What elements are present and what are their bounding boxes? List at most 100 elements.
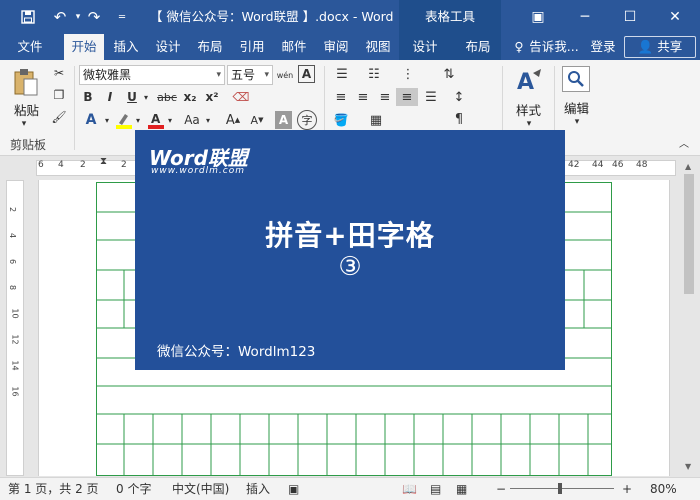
print-layout-icon[interactable]: ▤ bbox=[430, 478, 441, 500]
chevron-down-icon[interactable]: ▾ bbox=[141, 88, 151, 106]
minimize-icon[interactable]: ─ bbox=[565, 0, 605, 34]
tab-view[interactable]: 视图 bbox=[360, 34, 396, 60]
ruler-number: 4 bbox=[58, 160, 64, 170]
zoom-slider-track[interactable] bbox=[510, 488, 614, 489]
sign-in-link[interactable]: 登录 bbox=[586, 34, 620, 60]
cut-icon[interactable]: ✂ bbox=[50, 64, 68, 82]
text-effects-icon[interactable]: A bbox=[80, 110, 102, 130]
chevron-down-icon[interactable]: ▾ bbox=[204, 112, 212, 128]
vruler-number: 8 bbox=[8, 284, 18, 291]
find-icon[interactable] bbox=[562, 66, 590, 92]
copy-icon[interactable]: ❐ bbox=[50, 86, 68, 104]
align-center-icon[interactable]: ≡ bbox=[352, 88, 374, 106]
shrink-font-icon[interactable]: A ▼ bbox=[246, 110, 268, 130]
multilevel-list-icon[interactable]: ⋮ bbox=[396, 65, 420, 83]
styles-label[interactable]: 样式 bbox=[516, 100, 541, 119]
read-mode-icon[interactable]: 📖 bbox=[402, 478, 417, 500]
editing-label[interactable]: 编辑 bbox=[564, 98, 589, 117]
underline-button[interactable]: U bbox=[124, 88, 140, 106]
paste-icon[interactable] bbox=[10, 66, 42, 98]
chevron-down-icon[interactable]: ▾ bbox=[134, 112, 142, 128]
tab-file[interactable]: 文件 bbox=[10, 34, 50, 60]
chevron-down-icon[interactable]: ▾ bbox=[166, 112, 174, 128]
shading-icon[interactable]: 🪣 bbox=[330, 110, 352, 130]
char-shading-icon[interactable]: A bbox=[275, 111, 292, 129]
bold-button[interactable]: B bbox=[80, 88, 96, 106]
font-color-icon[interactable]: A bbox=[146, 110, 166, 130]
chevron-down-icon: ▾ bbox=[264, 70, 269, 80]
chevron-down-icon[interactable]: ▾ bbox=[103, 112, 111, 128]
clear-formatting-icon[interactable]: ⌫ bbox=[231, 87, 251, 107]
title-overlay-card: Word联盟 www.wordlm.com 拼音+田字格 ③ 微信公众号：Wor… bbox=[135, 130, 565, 370]
font-size-combo[interactable]: 五号 ▾ bbox=[227, 65, 273, 85]
justify-icon[interactable]: ≡ bbox=[396, 88, 418, 106]
vertical-scrollbar[interactable]: ▲ ▼ bbox=[681, 160, 697, 476]
subscript-button[interactable]: x₂ bbox=[181, 88, 199, 106]
change-case-button[interactable]: Aa bbox=[180, 110, 204, 130]
tell-me-search[interactable]: 告诉我... bbox=[528, 34, 580, 60]
font-name-combo[interactable]: 微软雅黑 ▾ bbox=[79, 65, 225, 85]
close-icon[interactable]: ✕ bbox=[655, 0, 695, 34]
share-button[interactable]: 👤 共享 bbox=[624, 36, 696, 58]
borders-icon[interactable]: ▦ bbox=[362, 110, 390, 130]
styles-icon[interactable]: A bbox=[514, 66, 544, 96]
tab-table-layout[interactable]: 布局 bbox=[458, 34, 498, 60]
scroll-up-icon[interactable]: ▲ bbox=[685, 162, 691, 171]
superscript-button[interactable]: x² bbox=[203, 88, 221, 106]
tab-home[interactable]: 开始 bbox=[64, 34, 104, 60]
highlight-icon[interactable] bbox=[114, 110, 134, 130]
italic-button[interactable]: I bbox=[102, 88, 118, 106]
insert-mode[interactable]: 插入 bbox=[246, 478, 270, 500]
show-marks-icon[interactable]: ¶ bbox=[446, 110, 472, 128]
char-border-icon[interactable]: A bbox=[298, 65, 315, 83]
bullets-icon[interactable]: ☰ bbox=[330, 65, 354, 83]
align-right-icon[interactable]: ≡ bbox=[374, 88, 396, 106]
save-icon[interactable] bbox=[14, 0, 42, 34]
line-spacing-icon[interactable]: ↕ bbox=[446, 88, 472, 106]
tab-review[interactable]: 审阅 bbox=[318, 34, 354, 60]
distribute-icon[interactable]: ☰ bbox=[420, 88, 442, 106]
phonetic-guide-icon[interactable]: wén bbox=[276, 64, 294, 86]
redo-icon[interactable]: ↷ bbox=[80, 0, 108, 34]
numbering-icon[interactable]: ☷ bbox=[362, 65, 386, 83]
tab-mailings[interactable]: 邮件 bbox=[276, 34, 312, 60]
tab-table-design[interactable]: 设计 bbox=[405, 34, 445, 60]
zoom-out-button[interactable]: − bbox=[496, 478, 506, 500]
customize-toolbar-icon[interactable]: ═ bbox=[108, 0, 136, 34]
ruler-number: 2 bbox=[121, 160, 127, 170]
zoom-level[interactable]: 80% bbox=[650, 478, 677, 500]
scroll-down-icon[interactable]: ▼ bbox=[685, 462, 691, 471]
episode-number: ③ bbox=[338, 252, 362, 282]
format-painter-icon[interactable]: 🖌 bbox=[50, 108, 68, 126]
word-count[interactable]: 0 个字 bbox=[116, 478, 151, 500]
macro-record-icon[interactable]: ▣ bbox=[288, 478, 299, 500]
zoom-slider-thumb[interactable] bbox=[558, 483, 562, 494]
styles-dropdown-icon[interactable]: ▾ bbox=[523, 118, 535, 130]
paste-dropdown-icon[interactable]: ▾ bbox=[18, 118, 30, 130]
vertical-ruler[interactable]: 2 4 6 8 10 12 14 16 bbox=[6, 180, 24, 476]
align-left-icon[interactable]: ≡ bbox=[330, 88, 352, 106]
char-shading-label: A bbox=[278, 113, 289, 127]
vruler-number: 4 bbox=[8, 232, 18, 239]
lightbulb-icon[interactable]: ♀ bbox=[512, 34, 526, 60]
maximize-icon[interactable]: ☐ bbox=[610, 0, 650, 34]
tab-layout[interactable]: 布局 bbox=[192, 34, 228, 60]
tab-insert[interactable]: 插入 bbox=[108, 34, 144, 60]
enclose-char-icon[interactable]: 字 bbox=[297, 110, 317, 130]
tab-references[interactable]: 引用 bbox=[234, 34, 270, 60]
page-info[interactable]: 第 1 页，共 2 页 bbox=[8, 478, 99, 500]
indent-marker-icon[interactable]: ⧗ bbox=[100, 156, 107, 167]
ribbon-display-options-icon[interactable]: ▣ bbox=[518, 0, 558, 34]
grow-font-icon[interactable]: A ▲ bbox=[222, 110, 244, 130]
editing-dropdown-icon[interactable]: ▾ bbox=[571, 116, 583, 128]
strikethrough-button[interactable]: abc bbox=[155, 88, 179, 106]
paste-label[interactable]: 粘贴 bbox=[14, 100, 39, 119]
sort-icon[interactable]: ⇅ bbox=[436, 65, 462, 83]
ruler-number: 42 bbox=[568, 160, 580, 170]
tab-design[interactable]: 设计 bbox=[150, 34, 186, 60]
web-layout-icon[interactable]: ▦ bbox=[456, 478, 467, 500]
scrollbar-thumb[interactable] bbox=[684, 174, 694, 294]
collapse-ribbon-icon[interactable]: ︿ bbox=[676, 134, 692, 150]
zoom-in-button[interactable]: + bbox=[622, 478, 632, 500]
language[interactable]: 中文(中国) bbox=[172, 478, 229, 500]
